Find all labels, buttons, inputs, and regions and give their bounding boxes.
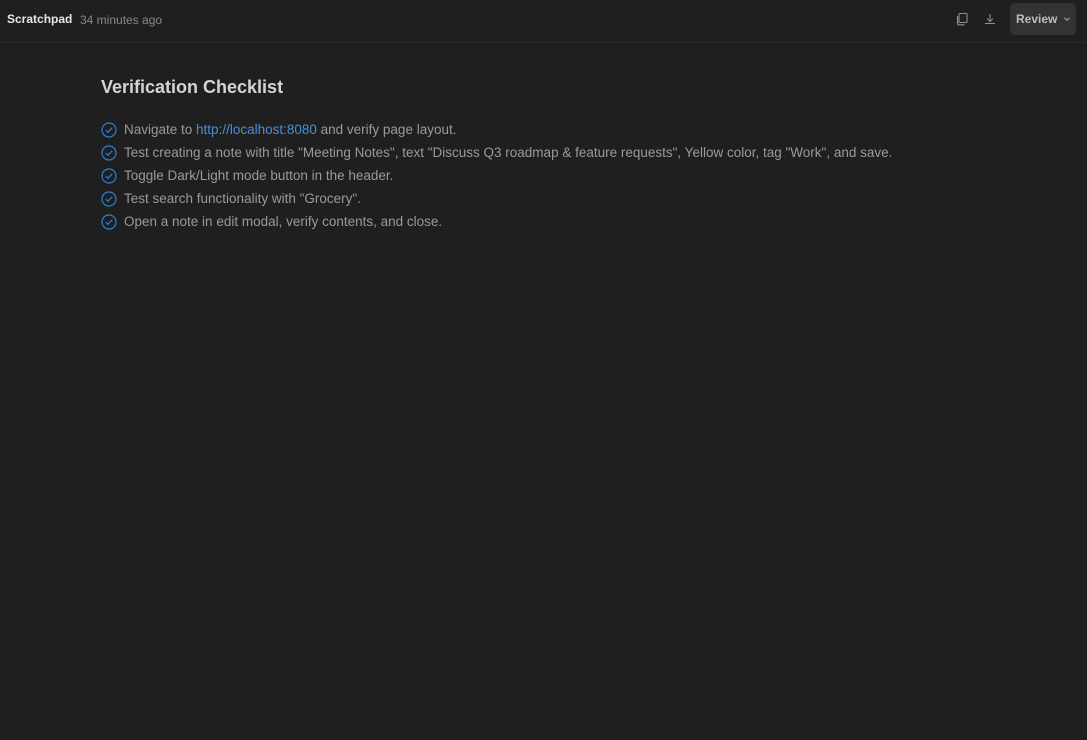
check-circle-icon [101, 167, 117, 184]
verification-checklist: Navigate to http://localhost:8080 and ve… [101, 118, 892, 233]
checklist-item-text: Toggle Dark/Light mode button in the hea… [124, 168, 394, 183]
review-button[interactable]: Review [1010, 3, 1076, 35]
review-button-label: Review [1016, 12, 1058, 26]
checklist-item-text: Navigate to http://localhost:8080 and ve… [124, 122, 457, 137]
checklist-item: Open a note in edit modal, verify conten… [101, 210, 892, 233]
checklist-item-text: Test creating a note with title "Meeting… [124, 145, 893, 160]
checklist-item: Test creating a note with title "Meeting… [101, 141, 892, 164]
document-title: Verification Checklist [101, 77, 284, 97]
chevron-down-icon [1063, 15, 1071, 23]
top-bar: Scratchpad 34 minutes ago Review [0, 0, 1087, 43]
localhost-link[interactable]: http://localhost:8080 [196, 122, 317, 137]
download-icon [985, 14, 995, 25]
check-circle-icon [101, 213, 117, 230]
app-title: Scratchpad [7, 12, 73, 26]
checklist-item: Test search functionality with "Grocery"… [101, 187, 892, 210]
document-content: Verification Checklist Navigate to http:… [101, 76, 892, 233]
copy-button[interactable] [953, 10, 971, 28]
check-circle-icon [101, 144, 117, 161]
last-edited-timestamp: 34 minutes ago [80, 13, 163, 27]
checklist-item-text: Test search functionality with "Grocery"… [124, 191, 361, 206]
copy-icon [956, 12, 968, 26]
checklist-item-text: Open a note in edit modal, verify conten… [124, 214, 443, 229]
download-button[interactable] [981, 10, 999, 28]
checklist-item: Toggle Dark/Light mode button in the hea… [101, 164, 892, 187]
check-circle-icon [101, 190, 117, 207]
check-circle-icon [101, 121, 117, 138]
checklist-item: Navigate to http://localhost:8080 and ve… [101, 118, 892, 141]
